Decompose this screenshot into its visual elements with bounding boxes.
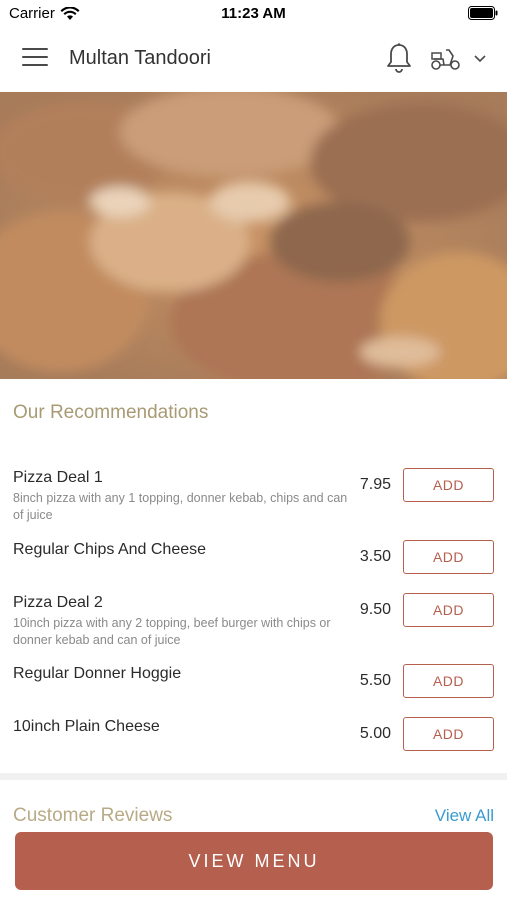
app-header: Multan Tandoori: [0, 28, 507, 92]
item-price: 5.50: [359, 672, 391, 689]
status-bar: Carrier 11:23 AM: [0, 0, 507, 28]
item-price: 7.95: [359, 476, 391, 493]
add-button[interactable]: ADD: [403, 540, 494, 574]
item-price: 3.50: [359, 548, 391, 565]
item-name: Pizza Deal 1: [13, 469, 103, 486]
scooter-icon[interactable]: [430, 46, 462, 72]
add-button[interactable]: ADD: [403, 717, 494, 751]
view-menu-button[interactable]: VIEW MENU: [15, 832, 493, 890]
item-price: 5.00: [359, 725, 391, 742]
food-photo: [0, 92, 507, 379]
page-title: Multan Tandoori: [69, 47, 211, 69]
item-name: Regular Chips And Cheese: [13, 541, 207, 558]
status-time: 11:23 AM: [221, 5, 286, 22]
section-divider: [0, 773, 507, 780]
view-all-link[interactable]: View All: [435, 806, 494, 826]
bell-icon[interactable]: [385, 42, 413, 74]
chevron-down-icon[interactable]: [472, 53, 488, 65]
recommendations-title: Our Recommendations: [13, 402, 209, 423]
hero-food-image: [0, 92, 507, 379]
item-description: 10inch pizza with any 2 topping, beef bu…: [13, 616, 331, 647]
add-button[interactable]: ADD: [403, 593, 494, 627]
item-name: Pizza Deal 2: [13, 594, 103, 611]
item-name: Regular Donner Hoggie: [13, 665, 182, 682]
menu-icon[interactable]: [22, 48, 48, 70]
item-name: 10inch Plain Cheese: [13, 718, 160, 735]
add-button[interactable]: ADD: [403, 468, 494, 502]
item-description: 8inch pizza with any 1 topping, donner k…: [13, 491, 348, 522]
add-button[interactable]: ADD: [403, 664, 494, 698]
battery-icon: [468, 6, 498, 20]
reviews-title: Customer Reviews: [13, 805, 173, 826]
item-price: 9.50: [359, 601, 391, 618]
